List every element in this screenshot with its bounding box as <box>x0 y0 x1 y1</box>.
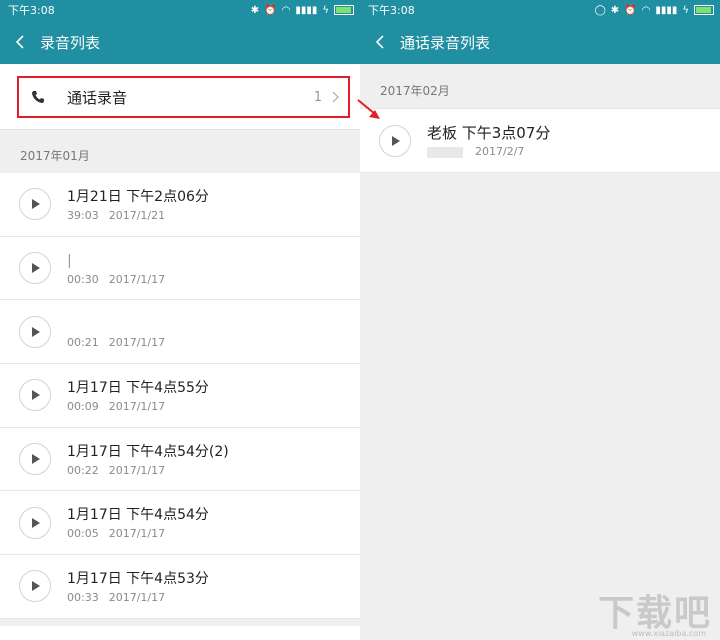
item-title: 1月21日 下午2点06分 <box>67 188 209 205</box>
list-item[interactable]: 老板 下午3点07分 2017/2/7 <box>360 109 720 172</box>
red-arrow-annotation <box>357 99 380 119</box>
play-icon <box>32 390 40 401</box>
item-title: 老板 下午3点07分 <box>427 124 551 142</box>
item-date: 2017/1/17 <box>108 463 166 477</box>
item-duration: 00:05 <box>67 527 99 541</box>
signal-icon: ▮▮▮▮ <box>655 4 678 16</box>
list-item[interactable]: 1月17日 下午4点54分(2) 00:22 2017/1/17 <box>0 428 360 492</box>
status-bar: 下午3:08 ◯ ✱ ⏰ ◠ ▮▮▮▮ ϟ <box>360 0 720 20</box>
item-date: 2017/2/7 <box>475 145 525 158</box>
play-icon <box>32 199 40 210</box>
call-recordings-row[interactable]: 通话录音 1 <box>17 76 350 118</box>
section-header: 2017年02月 <box>380 83 450 98</box>
item-date: 2017/1/17 <box>108 590 166 604</box>
item-duration: 00:33 <box>67 590 99 604</box>
status-icons: ◯ ✱ ⏰ ◠ ▮▮▮▮ ϟ <box>595 5 714 16</box>
play-button[interactable] <box>19 570 51 603</box>
play-button[interactable] <box>19 188 51 221</box>
charging-icon: ϟ <box>682 4 689 16</box>
item-date: 2017/1/17 <box>108 336 166 350</box>
alarm-icon: ⏰ <box>264 4 277 16</box>
battery-icon <box>694 5 714 15</box>
call-recording-list-screen: 下午3:08 ◯ ✱ ⏰ ◠ ▮▮▮▮ ϟ 通话录音列表 2017年02月 老板… <box>360 0 720 640</box>
app-bar: 通话录音列表 <box>360 20 720 64</box>
bluetooth-icon: ✱ <box>250 4 260 16</box>
play-button[interactable] <box>19 315 51 348</box>
item-duration: 39:03 <box>67 208 99 222</box>
next-section-peek <box>0 626 360 640</box>
section-header: 2017年01月 <box>20 148 90 163</box>
status-time: 下午3:08 <box>368 4 415 17</box>
list-item[interactable]: 00:21 2017/1/17 <box>0 300 360 365</box>
item-date: 2017/1/17 <box>108 399 166 413</box>
recording-list-screen: 下午3:08 ✱ ⏰ ◠ ▮▮▮▮ ϟ 录音列表 通话录音 1 2017年01月… <box>0 0 360 640</box>
play-icon <box>32 454 40 465</box>
redacted-phone-number <box>427 146 463 158</box>
wifi-icon: ◠ <box>641 4 651 16</box>
play-icon <box>32 517 40 528</box>
item-title: 1月17日 下午4点54分 <box>67 507 209 524</box>
item-title: 1月17日 下午4点55分 <box>67 379 209 396</box>
item-date: 2017/1/21 <box>108 208 166 222</box>
wifi-icon: ◠ <box>281 4 291 16</box>
item-title: 1月17日 下午4点54分(2) <box>67 443 229 460</box>
list-item[interactable]: | 00:30 2017/1/17 <box>0 237 360 301</box>
back-arrow-icon[interactable] <box>370 32 390 52</box>
signal-icon: ▮▮▮▮ <box>295 4 318 16</box>
play-button[interactable] <box>379 124 411 157</box>
item-duration: 00:09 <box>67 399 99 413</box>
list-item[interactable]: 1月17日 下午4点53分 00:33 2017/1/17 <box>0 555 360 619</box>
back-arrow-icon[interactable] <box>10 32 30 52</box>
list-item[interactable]: 1月21日 下午2点06分 39:03 2017/1/21 <box>0 173 360 237</box>
alarm-icon: ⏰ <box>624 4 637 16</box>
call-recording-list: 老板 下午3点07分 2017/2/7 <box>360 108 720 173</box>
item-duration: 00:21 <box>67 336 99 350</box>
battery-icon <box>334 5 354 15</box>
status-icons: ✱ ⏰ ◠ ▮▮▮▮ ϟ <box>251 5 354 16</box>
play-icon <box>392 135 400 146</box>
item-duration: 00:22 <box>67 463 99 477</box>
sync-icon: ◯ <box>594 4 606 16</box>
recording-list: 1月21日 下午2点06分 39:03 2017/1/21 | 00:30 2017… <box>0 173 360 619</box>
item-title <box>67 314 165 334</box>
watermark-url: www.xiazaiba.com <box>631 629 706 638</box>
call-recordings-count: 1 <box>313 89 322 105</box>
play-button[interactable] <box>19 443 51 476</box>
call-recordings-label: 通话录音 <box>67 88 128 107</box>
play-button[interactable] <box>19 379 51 412</box>
chevron-right-icon <box>332 91 339 103</box>
play-button[interactable] <box>19 252 51 285</box>
watermark-text: 下载吧 <box>597 593 712 634</box>
phone-icon <box>32 91 44 103</box>
page-title: 通话录音列表 <box>400 33 491 52</box>
charging-icon: ϟ <box>322 4 329 16</box>
status-time: 下午3:08 <box>8 4 55 17</box>
play-icon <box>32 326 40 337</box>
play-icon <box>32 263 40 274</box>
item-date: 2017/1/17 <box>108 272 166 286</box>
status-bar: 下午3:08 ✱ ⏰ ◠ ▮▮▮▮ ϟ <box>0 0 360 20</box>
item-date: 2017/1/17 <box>108 527 166 541</box>
app-bar: 录音列表 <box>0 20 360 64</box>
play-button[interactable] <box>19 506 51 539</box>
list-item[interactable]: 1月17日 下午4点54分 00:05 2017/1/17 <box>0 491 360 556</box>
item-title: | <box>67 252 72 269</box>
bluetooth-icon: ✱ <box>610 4 620 16</box>
page-title: 录音列表 <box>40 33 101 52</box>
item-title: 1月17日 下午4点53分 <box>67 570 209 587</box>
play-icon <box>32 581 40 592</box>
list-item[interactable]: 1月17日 下午4点55分 00:09 2017/1/17 <box>0 364 360 428</box>
item-duration: 00:30 <box>67 272 99 286</box>
